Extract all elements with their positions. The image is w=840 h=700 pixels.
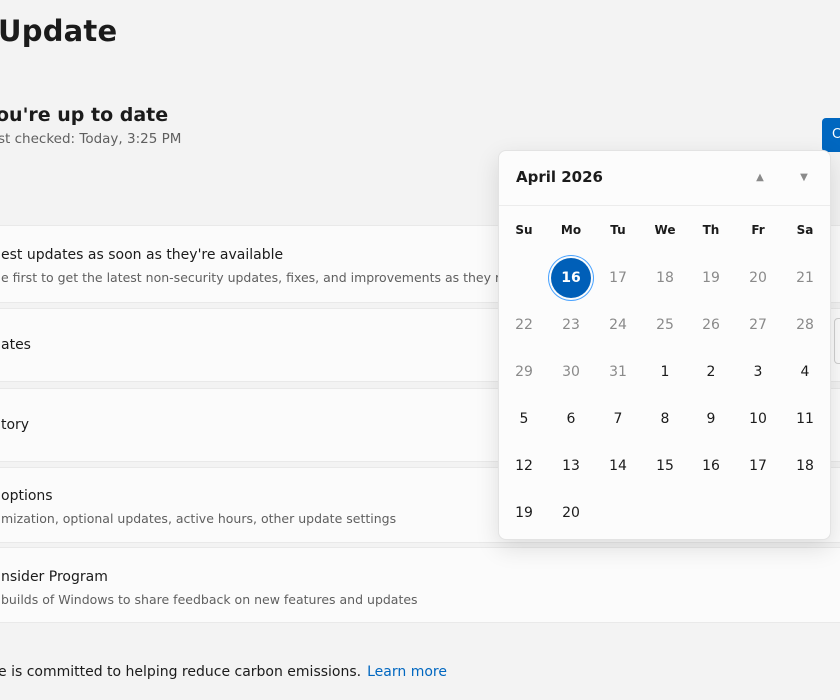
row-description: builds of Windows to share feedback on n…	[1, 592, 418, 607]
calendar-day-selected[interactable]: 16	[551, 258, 591, 298]
last-checked-text: st checked: Today, 3:25 PM	[0, 131, 182, 147]
calendar-day[interactable]: 19	[504, 493, 544, 533]
calendar-day[interactable]: 8	[645, 399, 685, 439]
calendar-day[interactable]: 27	[738, 305, 778, 345]
calendar-day[interactable]: 7	[598, 399, 638, 439]
calendar-day[interactable]: 19	[691, 258, 731, 298]
row-title: tory	[1, 417, 30, 433]
calendar-day[interactable]: 25	[645, 305, 685, 345]
footer-text: e is committed to helping reduce carbon …	[0, 664, 362, 680]
calendar-flyout: April 2026 ▲ ▼ Su Mo Tu We Th Fr Sa 16 17 18 19 20…	[498, 150, 831, 540]
calendar-day[interactable]: 10	[738, 399, 778, 439]
calendar-day[interactable]: 12	[504, 446, 544, 486]
calendar-day[interactable]: 18	[785, 446, 825, 486]
calendar-day[interactable]: 28	[785, 305, 825, 345]
settings-row-insider-program[interactable]: nsider Program builds of Windows to shar…	[0, 547, 840, 623]
weekday-tu: Tu	[610, 223, 626, 237]
calendar-day[interactable]: 14	[598, 446, 638, 486]
weekday-mo: Mo	[560, 223, 582, 237]
calendar-day[interactable]: 31	[598, 352, 638, 392]
calendar-day[interactable]: 9	[691, 399, 731, 439]
update-status-title: ou're up to date	[0, 104, 169, 126]
calendar-day[interactable]: 18	[645, 258, 685, 298]
calendar-day[interactable]: 21	[785, 258, 825, 298]
calendar-day[interactable]: 3	[738, 352, 778, 392]
caret-up-icon: ▲	[756, 172, 764, 183]
calendar-day[interactable]: 30	[551, 352, 591, 392]
calendar-day[interactable]: 24	[598, 305, 638, 345]
calendar-day[interactable]: 5	[504, 399, 544, 439]
calendar-day[interactable]: 16	[691, 446, 731, 486]
row-title: ates	[1, 337, 31, 353]
weekday-sa: Sa	[796, 223, 814, 237]
calendar-day[interactable]: 13	[551, 446, 591, 486]
caret-down-icon: ▼	[800, 172, 808, 183]
calendar-day[interactable]: 23	[551, 305, 591, 345]
calendar-day[interactable]: 17	[598, 258, 638, 298]
calendar-day[interactable]: 22	[504, 305, 544, 345]
previous-month-button[interactable]: ▲	[751, 169, 769, 187]
calendar-month-label[interactable]: April 2026	[516, 168, 603, 186]
weekday-header-row: Su Mo Tu We Th Fr Sa	[499, 223, 830, 243]
row-title: est updates as soon as they're available	[1, 247, 284, 263]
row-description: mization, optional updates, active hours…	[1, 511, 397, 526]
footer-carbon-note: e is committed to helping reduce carbon …	[0, 664, 447, 680]
pause-dropdown-edge[interactable]	[834, 318, 840, 364]
learn-more-link[interactable]: Learn more	[367, 664, 447, 680]
row-title: options	[1, 488, 53, 504]
calendar-day[interactable]: 26	[691, 305, 731, 345]
row-title: nsider Program	[1, 569, 108, 585]
row-description: e first to get the latest non-security u…	[1, 270, 527, 285]
weekday-fr: Fr	[751, 223, 765, 237]
weekday-th: Th	[702, 223, 720, 237]
calendar-day[interactable]: 15	[645, 446, 685, 486]
calendar-day[interactable]: 17	[738, 446, 778, 486]
calendar-day[interactable]: 2	[691, 352, 731, 392]
calendar-day[interactable]: 20	[551, 493, 591, 533]
weekday-we: We	[654, 223, 676, 237]
check-for-updates-button[interactable]: C	[822, 118, 840, 152]
calendar-day[interactable]: 6	[551, 399, 591, 439]
calendar-day[interactable]: 11	[785, 399, 825, 439]
calendar-day[interactable]: 20	[738, 258, 778, 298]
calendar-day[interactable]: 4	[785, 352, 825, 392]
calendar-day[interactable]: 29	[504, 352, 544, 392]
page-title: Update	[0, 14, 118, 48]
weekday-su: Su	[515, 223, 533, 237]
calendar-header: April 2026 ▲ ▼	[499, 151, 830, 206]
next-month-button[interactable]: ▼	[795, 169, 813, 187]
calendar-day[interactable]: 1	[645, 352, 685, 392]
